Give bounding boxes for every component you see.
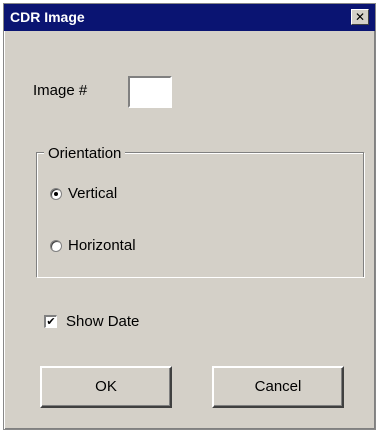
- orientation-legend: Orientation: [44, 145, 126, 162]
- vertical-radio[interactable]: [50, 188, 62, 200]
- show-date-checkbox[interactable]: ✔: [44, 315, 57, 328]
- ok-button[interactable]: OK: [40, 366, 172, 408]
- show-date-label[interactable]: Show Date: [66, 313, 139, 330]
- vertical-radio-label[interactable]: Vertical: [68, 185, 117, 202]
- title-bar[interactable]: CDR Image ✕: [4, 4, 375, 31]
- horizontal-radio[interactable]: [50, 240, 62, 252]
- cancel-button[interactable]: Cancel: [212, 366, 344, 408]
- close-icon[interactable]: ✕: [351, 9, 369, 25]
- radio-selected-dot: [54, 192, 58, 196]
- image-number-input[interactable]: [128, 76, 172, 108]
- window-title: CDR Image: [10, 9, 85, 25]
- horizontal-radio-label[interactable]: Horizontal: [68, 237, 136, 254]
- orientation-group: [36, 152, 364, 277]
- image-number-label: Image #: [33, 82, 88, 99]
